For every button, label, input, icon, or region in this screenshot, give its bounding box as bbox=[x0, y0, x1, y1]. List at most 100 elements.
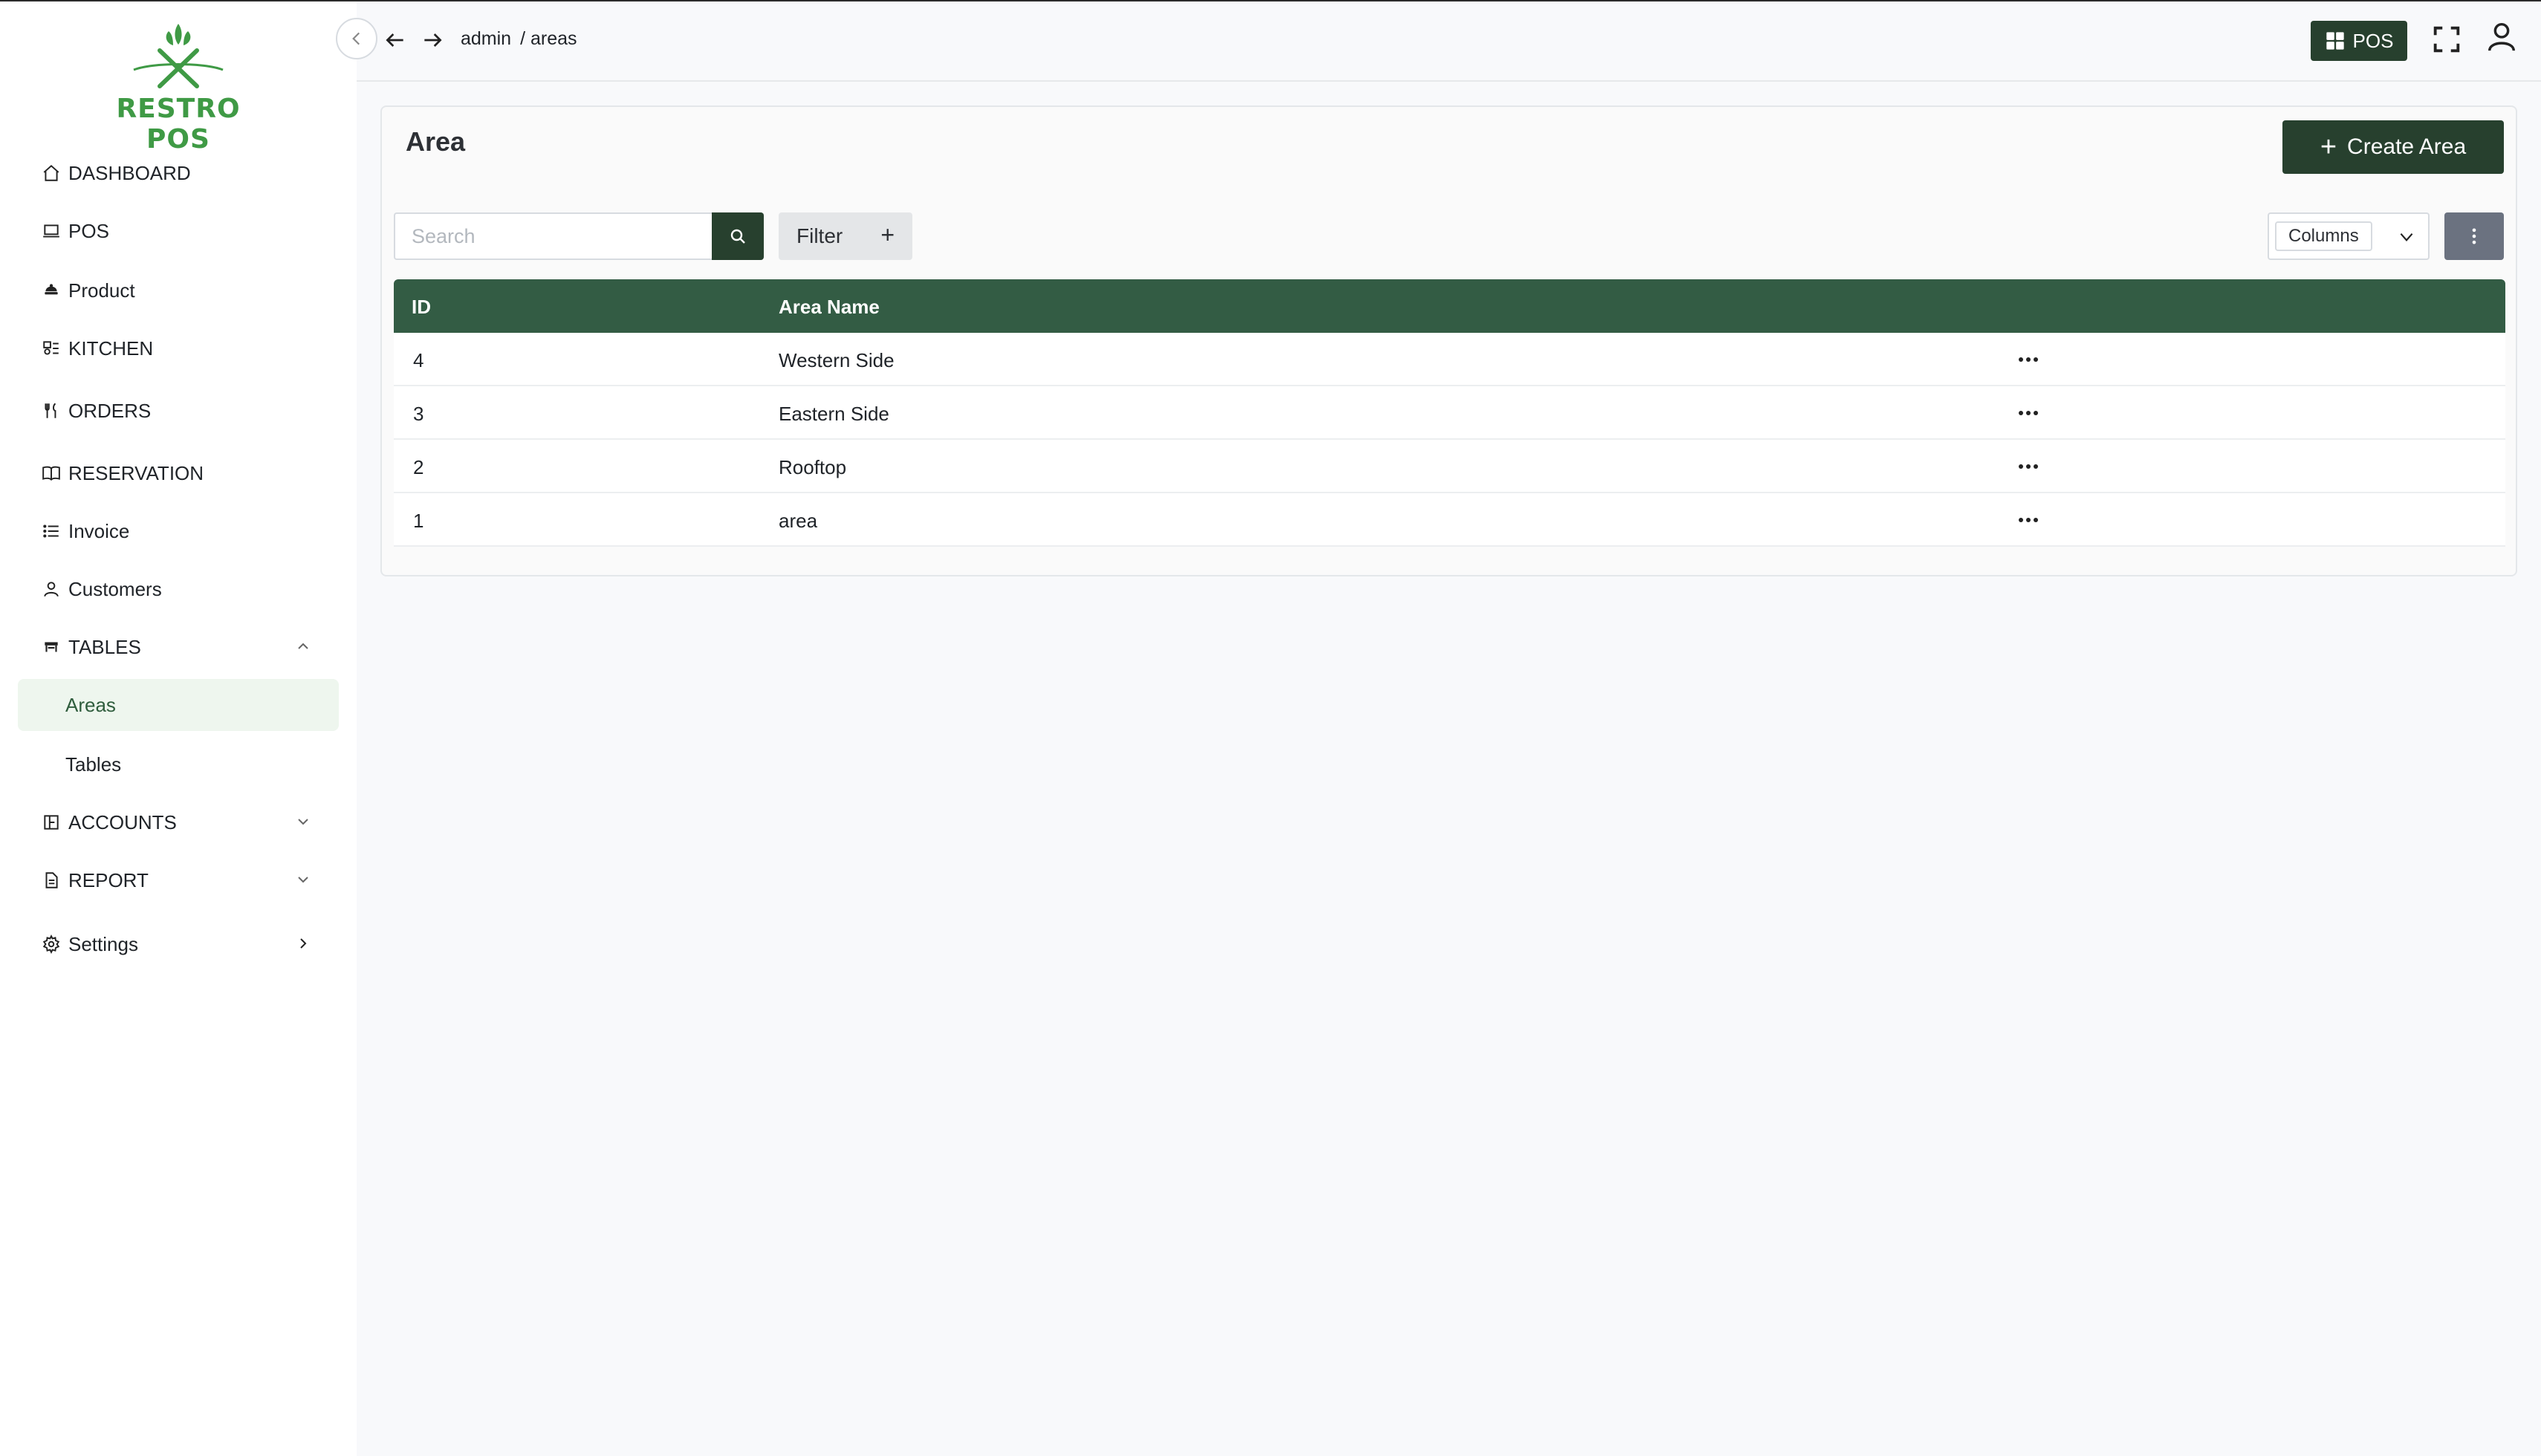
sidebar-item-reservation[interactable]: RESERVATION bbox=[18, 447, 339, 499]
kitchen-icon bbox=[40, 337, 62, 360]
fullscreen-icon[interactable] bbox=[2430, 22, 2464, 56]
sidebar-item-label: KITCHEN bbox=[68, 337, 154, 360]
table-row[interactable]: 3 Eastern Side bbox=[394, 386, 2505, 440]
user-icon bbox=[40, 578, 62, 600]
areas-table: ID Area Name 4 Western Side 3 Eastern Si… bbox=[394, 279, 2505, 547]
food-icon bbox=[40, 279, 62, 302]
column-header-id[interactable]: ID bbox=[412, 296, 431, 319]
pos-button-label: POS bbox=[2352, 29, 2394, 52]
horizontal-dots-icon bbox=[2019, 411, 2038, 415]
search-input[interactable] bbox=[394, 212, 712, 260]
sidebar-item-invoice[interactable]: Invoice bbox=[18, 505, 339, 557]
cell-area-name: area bbox=[779, 510, 818, 532]
cell-id: 2 bbox=[413, 456, 424, 478]
chevron-down-icon bbox=[298, 877, 308, 883]
sidebar: RESTRO POS DASHBOARD POS Product KITCHEN… bbox=[0, 1, 357, 1456]
cell-id: 4 bbox=[413, 349, 424, 371]
sidebar-item-label: ACCOUNTS bbox=[68, 810, 177, 833]
sidebar-item-tables-list[interactable]: Tables bbox=[18, 738, 339, 790]
create-area-label: Create Area bbox=[2347, 134, 2467, 159]
cell-id: 3 bbox=[413, 403, 424, 425]
pos-button[interactable]: POS bbox=[2311, 21, 2407, 61]
book-icon bbox=[40, 462, 62, 484]
sidebar-item-label: Areas bbox=[65, 693, 116, 716]
sidebar-item-label: Tables bbox=[65, 753, 122, 776]
chevron-right-icon bbox=[300, 938, 307, 949]
sidebar-item-orders[interactable]: ORDERS bbox=[18, 385, 339, 437]
sidebar-item-areas[interactable]: Areas bbox=[18, 679, 339, 731]
sidebar-item-product[interactable]: Product bbox=[18, 264, 339, 316]
horizontal-dots-icon bbox=[2019, 357, 2038, 362]
utensils-icon bbox=[40, 400, 62, 422]
cell-id: 1 bbox=[413, 510, 424, 532]
plus-icon: + bbox=[880, 221, 895, 248]
sidebar-item-label: DASHBOARD bbox=[68, 161, 191, 184]
gear-icon bbox=[40, 933, 62, 955]
sidebar-item-label: Customers bbox=[68, 577, 162, 600]
table-row[interactable]: 4 Western Side bbox=[394, 333, 2505, 386]
table-header: ID Area Name bbox=[394, 279, 2505, 333]
sidebar-item-settings[interactable]: Settings bbox=[18, 918, 339, 970]
logo-text: RESTRO POS bbox=[116, 94, 241, 155]
breadcrumb-item-areas: / areas bbox=[520, 28, 577, 49]
table-row[interactable]: 1 area bbox=[394, 493, 2505, 547]
sidebar-item-customers[interactable]: Customers bbox=[18, 563, 339, 615]
logo-icon bbox=[133, 24, 224, 88]
columns-label: Columns bbox=[2275, 221, 2372, 251]
breadcrumb-item-admin[interactable]: admin bbox=[461, 28, 511, 49]
document-icon bbox=[40, 869, 62, 891]
column-header-area-name[interactable]: Area Name bbox=[779, 296, 880, 319]
home-icon bbox=[40, 162, 62, 184]
sidebar-item-dashboard[interactable]: DASHBOARD bbox=[18, 147, 339, 199]
sidebar-item-kitchen[interactable]: KITCHEN bbox=[18, 322, 339, 374]
more-options-button[interactable] bbox=[2444, 212, 2504, 260]
row-actions-button[interactable] bbox=[2013, 508, 2043, 532]
back-arrow-icon[interactable] bbox=[383, 28, 407, 52]
forward-arrow-icon[interactable] bbox=[421, 28, 444, 52]
sidebar-item-report[interactable]: REPORT bbox=[18, 854, 339, 906]
horizontal-dots-icon bbox=[2019, 518, 2038, 522]
user-profile-icon[interactable] bbox=[2485, 19, 2519, 53]
chevron-left-icon bbox=[352, 32, 360, 45]
row-actions-button[interactable] bbox=[2013, 401, 2043, 425]
area-card: Area + Create Area Filter + Columns ID A… bbox=[380, 105, 2517, 576]
page-title: Area bbox=[406, 126, 466, 157]
search-button[interactable] bbox=[712, 212, 764, 260]
grid-icon bbox=[2326, 32, 2344, 50]
ledger-icon bbox=[40, 811, 62, 833]
cell-area-name: Western Side bbox=[779, 349, 895, 371]
sidebar-item-pos[interactable]: POS bbox=[18, 205, 339, 257]
sidebar-item-label: TABLES bbox=[68, 635, 141, 658]
filter-label: Filter bbox=[796, 224, 843, 247]
search-bar bbox=[394, 212, 764, 260]
list-icon bbox=[40, 520, 62, 542]
chevron-down-icon bbox=[2400, 233, 2413, 241]
search-icon bbox=[730, 229, 745, 244]
cell-area-name: Rooftop bbox=[779, 456, 847, 478]
row-actions-button[interactable] bbox=[2013, 455, 2043, 478]
horizontal-dots-icon bbox=[2019, 464, 2038, 469]
table-row[interactable]: 2 Rooftop bbox=[394, 440, 2505, 493]
table-icon bbox=[40, 636, 62, 658]
filter-button[interactable]: Filter + bbox=[779, 212, 912, 260]
cell-area-name: Eastern Side bbox=[779, 403, 889, 425]
sidebar-collapse-button[interactable] bbox=[336, 18, 377, 59]
sidebar-item-label: REPORT bbox=[68, 868, 149, 891]
sidebar-item-label: Settings bbox=[68, 932, 138, 955]
logo[interactable]: RESTRO POS bbox=[82, 21, 275, 155]
sidebar-item-label: RESERVATION bbox=[68, 461, 204, 484]
sidebar-item-label: Invoice bbox=[68, 519, 130, 542]
top-border bbox=[0, 0, 2541, 1]
sidebar-item-label: ORDERS bbox=[68, 399, 152, 422]
laptop-icon bbox=[40, 220, 62, 242]
columns-select[interactable]: Columns bbox=[2268, 212, 2430, 260]
sidebar-item-tables[interactable]: TABLES bbox=[18, 621, 339, 673]
create-area-button[interactable]: + Create Area bbox=[2282, 120, 2504, 174]
chevron-up-icon bbox=[298, 643, 308, 649]
sidebar-item-label: POS bbox=[68, 219, 109, 242]
chevron-down-icon bbox=[298, 819, 308, 825]
row-actions-button[interactable] bbox=[2013, 348, 2043, 371]
sidebar-item-accounts[interactable]: ACCOUNTS bbox=[18, 796, 339, 848]
sidebar-item-label: Product bbox=[68, 279, 135, 302]
breadcrumb: admin / areas bbox=[461, 28, 586, 50]
